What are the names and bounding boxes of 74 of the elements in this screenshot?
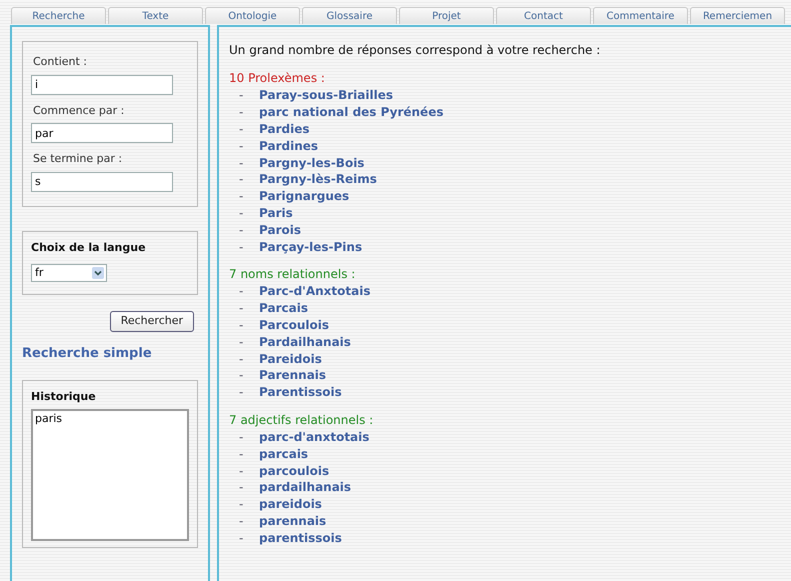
- result-link[interactable]: Pargny-les-Bois: [259, 154, 364, 172]
- list-dash: -: [239, 104, 244, 122]
- history-list[interactable]: paris: [31, 409, 189, 541]
- section-title: Historique: [31, 388, 97, 404]
- list-dash: -: [239, 384, 244, 402]
- result-link[interactable]: Pardailhanais: [259, 332, 351, 351]
- group-label: 10 Prolexèmes :: [229, 70, 326, 87]
- list-dash: -: [239, 87, 244, 104]
- group-label: 7 noms relationnels :: [229, 266, 356, 283]
- result-link[interactable]: Parcoulois: [259, 316, 330, 334]
- list-dash: -: [239, 138, 244, 155]
- list-dash: -: [239, 188, 244, 206]
- list-dash: -: [239, 204, 244, 222]
- tab[interactable]: Recherche: [11, 7, 106, 24]
- tab[interactable]: Projet: [399, 7, 494, 24]
- list-dash: -: [239, 121, 244, 138]
- result-link[interactable]: pareidois: [259, 495, 322, 514]
- result-link[interactable]: Parentissois: [259, 383, 342, 402]
- input-field[interactable]: i: [31, 74, 173, 94]
- list-dash: -: [239, 367, 244, 384]
- result-link[interactable]: Pardies: [259, 120, 310, 138]
- chevron-down-icon: [92, 267, 104, 279]
- tab[interactable]: Glossaire: [302, 7, 397, 24]
- result-link[interactable]: Parignargues: [259, 187, 350, 206]
- result-link[interactable]: parc national des Pyrénées: [259, 103, 444, 122]
- group-label: 7 adjectifs relationnels :: [229, 412, 374, 429]
- history-item[interactable]: paris: [35, 411, 185, 428]
- list-dash: -: [239, 154, 244, 172]
- results-heading: Un grand nombre de réponses correspond à votre recherche :: [229, 42, 602, 59]
- list-dash: -: [239, 530, 244, 547]
- field-label: Commence par :: [33, 102, 126, 118]
- language-select[interactable]: fr: [31, 264, 107, 282]
- field-label: Se termine par :: [33, 151, 124, 167]
- result-link[interactable]: Paray-sous-Briailles: [259, 86, 393, 104]
- result-link[interactable]: parc-d'anxtotais: [259, 428, 370, 446]
- list-dash: -: [239, 446, 244, 463]
- list-dash: -: [239, 334, 244, 351]
- section-title: Choix de la langue: [31, 240, 147, 256]
- list-dash: -: [239, 350, 244, 368]
- result-link[interactable]: Parennais: [259, 366, 326, 384]
- result-link[interactable]: pardailhanais: [259, 478, 352, 496]
- list-dash: -: [239, 496, 244, 514]
- tab[interactable]: Texte: [108, 7, 203, 24]
- result-link[interactable]: parentissois: [259, 528, 342, 547]
- tab[interactable]: Commentaire: [593, 7, 688, 24]
- list-dash: -: [239, 171, 244, 188]
- field-label: Contient :: [33, 54, 88, 70]
- result-link[interactable]: Pardines: [259, 136, 318, 155]
- result-link[interactable]: Parc-d'Anxtotais: [259, 282, 370, 300]
- tab[interactable]: Ontologie: [205, 7, 300, 24]
- search-button[interactable]: Rechercher: [110, 311, 194, 332]
- result-link[interactable]: Parcais: [259, 299, 308, 318]
- list-dash: -: [239, 300, 244, 318]
- list-dash: -: [239, 479, 244, 496]
- result-link[interactable]: Pargny-lès-Reims: [259, 170, 377, 188]
- list-dash: -: [239, 222, 244, 239]
- result-link[interactable]: parcais: [259, 444, 308, 463]
- result-link[interactable]: Paris: [259, 204, 293, 222]
- list-dash: -: [239, 283, 244, 300]
- tab[interactable]: Remerciemen: [690, 7, 785, 24]
- result-link[interactable]: Parçay-les-Pins: [259, 238, 362, 256]
- list-dash: -: [239, 462, 244, 480]
- result-link[interactable]: Parois: [259, 220, 301, 239]
- list-dash: -: [239, 512, 244, 530]
- result-link[interactable]: parennais: [259, 512, 326, 530]
- simple-search-link[interactable]: Recherche simple: [22, 344, 198, 364]
- result-link[interactable]: Pareidois: [259, 350, 322, 368]
- input-field[interactable]: par: [31, 123, 173, 143]
- input-field[interactable]: s: [31, 172, 173, 192]
- tab[interactable]: Contact: [496, 7, 591, 24]
- list-dash: -: [239, 238, 244, 256]
- list-dash: -: [239, 316, 244, 334]
- result-link[interactable]: parcoulois: [259, 462, 330, 480]
- list-dash: -: [239, 428, 244, 446]
